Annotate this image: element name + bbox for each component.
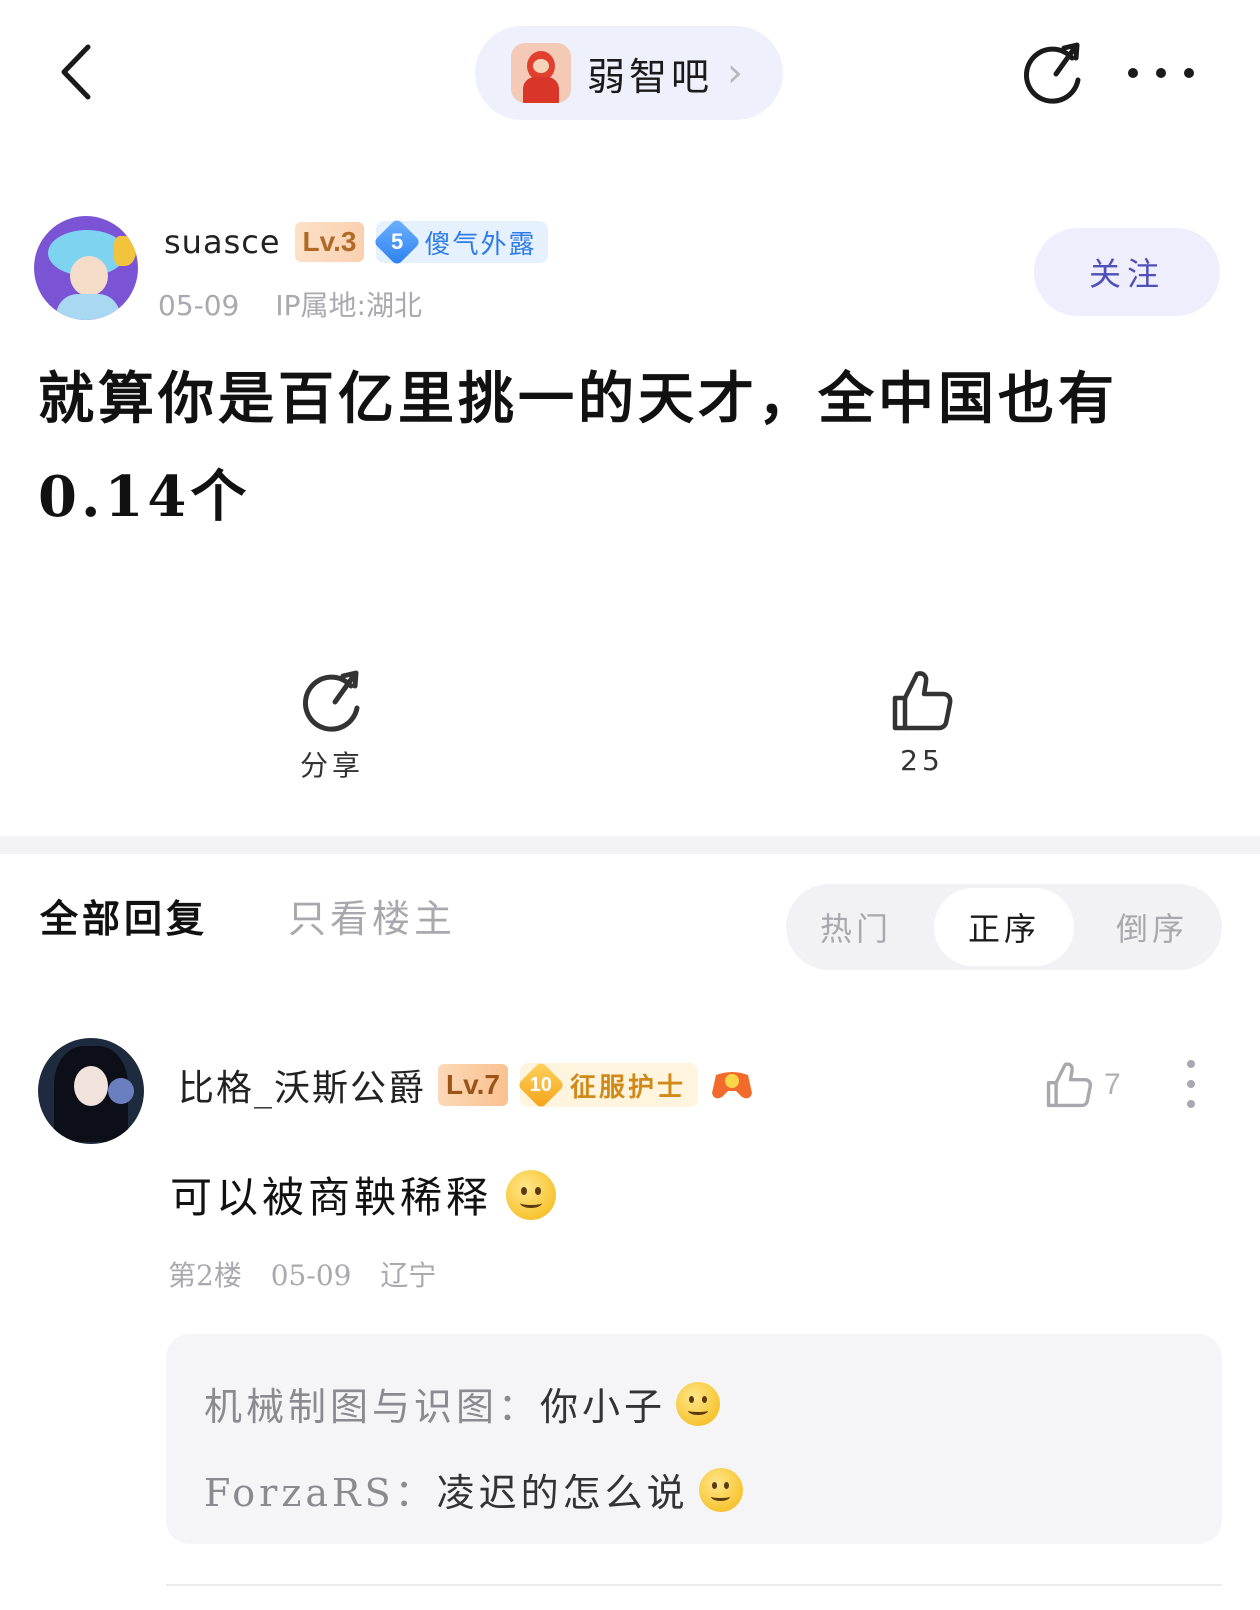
follow-button[interactable]: 关注 <box>1034 228 1220 316</box>
sub-reply-user[interactable]: ForzaRS： <box>204 1462 437 1517</box>
commenter-avatar[interactable] <box>38 1038 144 1144</box>
title-badge-text: 傻气外露 <box>424 229 537 260</box>
sub-reply-user[interactable]: 机械制图与识图： <box>204 1376 540 1431</box>
floor-number: 第2楼 <box>168 1259 242 1292</box>
tab-all-replies[interactable]: 全部回复 <box>40 888 208 943</box>
thumbs-up-icon <box>892 671 953 731</box>
dot-icon <box>1187 1060 1195 1068</box>
commenter-info: 比格_沃斯公爵 Lv.7 10 征服护士 <box>178 1060 754 1110</box>
dot-icon <box>1156 68 1166 78</box>
ip-location: IP属地:湖北 <box>275 289 422 322</box>
author-avatar[interactable] <box>34 216 138 320</box>
author-name[interactable]: suasce <box>164 223 281 261</box>
title-badge: 10 征服护士 <box>516 1060 698 1110</box>
share-button[interactable] <box>1020 40 1086 106</box>
dot-icon <box>1128 68 1138 78</box>
dot-icon <box>1187 1080 1195 1088</box>
comment-meta: 第2楼 05-09 辽宁 <box>168 1254 436 1294</box>
comment-date: 05-09 <box>270 1259 352 1292</box>
comment-more-button[interactable] <box>1184 1060 1198 1108</box>
back-button[interactable] <box>50 40 100 104</box>
dot-icon <box>1187 1100 1195 1108</box>
top-bar: 弱智吧 › <box>0 0 1260 150</box>
like-action[interactable]: 25 <box>852 668 992 777</box>
dot-icon <box>1184 68 1194 78</box>
forum-avatar <box>511 43 571 103</box>
forum-entry-button[interactable]: 弱智吧 › <box>475 26 783 120</box>
sub-reply-text: 凌迟的怎么说 <box>436 1471 689 1515</box>
thinking-emoji-icon <box>676 1381 721 1426</box>
divider <box>166 1584 1222 1586</box>
tab-only-op[interactable]: 只看楼主 <box>288 888 456 943</box>
share-label: 分享 <box>299 749 364 782</box>
game-badge-icon <box>710 1067 754 1103</box>
sub-reply-text: 你小子 <box>540 1385 667 1429</box>
sort-hot[interactable]: 热门 <box>786 884 926 970</box>
chevron-right-icon: › <box>727 50 744 96</box>
author-meta: 05-09 IP属地:湖北 <box>158 284 422 324</box>
sub-replies-box[interactable]: 机械制图与识图： 你小子 ForzaRS： 凌迟的怎么说 <box>166 1334 1222 1544</box>
comment-like-button[interactable]: 7 <box>1044 1058 1121 1112</box>
like-count: 25 <box>900 744 944 777</box>
sort-selector: 热门 正序 倒序 <box>786 884 1222 970</box>
level-badge: Lv.7 <box>438 1064 508 1106</box>
diamond-icon: 10 <box>516 1060 566 1110</box>
sub-reply[interactable]: 机械制图与识图： 你小子 <box>204 1376 721 1431</box>
post-text: 就算你是百亿里挑一的天才，全中国也有0.14个 <box>38 366 1118 530</box>
author-info: suasce Lv.3 5 傻气外露 <box>164 217 549 267</box>
comment-text: 可以被商鞅稀释 <box>170 1164 557 1225</box>
section-divider <box>0 836 1260 854</box>
forum-name: 弱智吧 <box>587 54 714 99</box>
share-icon <box>302 670 360 732</box>
post-date: 05-09 <box>158 289 240 322</box>
smile-emoji-icon <box>506 1169 557 1220</box>
thumbs-up-icon <box>1046 1062 1093 1108</box>
chevron-left-icon <box>61 44 91 100</box>
comment-like-count: 7 <box>1104 1068 1121 1101</box>
sort-descending[interactable]: 倒序 <box>1082 884 1222 970</box>
comment-region: 辽宁 <box>380 1259 437 1292</box>
title-badge-text: 征服护士 <box>569 1072 686 1103</box>
commenter-name[interactable]: 比格_沃斯公爵 <box>178 1059 426 1111</box>
more-options-button[interactable] <box>1128 58 1194 88</box>
title-badge: 5 傻气外露 <box>373 217 549 267</box>
level-badge: Lv.3 <box>294 222 365 262</box>
sort-ascending[interactable]: 正序 <box>934 888 1074 966</box>
smile-emoji-icon <box>698 1467 743 1512</box>
sub-reply[interactable]: ForzaRS： 凌迟的怎么说 <box>204 1462 743 1517</box>
share-action[interactable]: 分享 <box>262 668 402 784</box>
diamond-icon: 5 <box>373 217 422 267</box>
share-icon <box>1023 42 1081 104</box>
comment-body: 可以被商鞅稀释 <box>170 1173 493 1222</box>
